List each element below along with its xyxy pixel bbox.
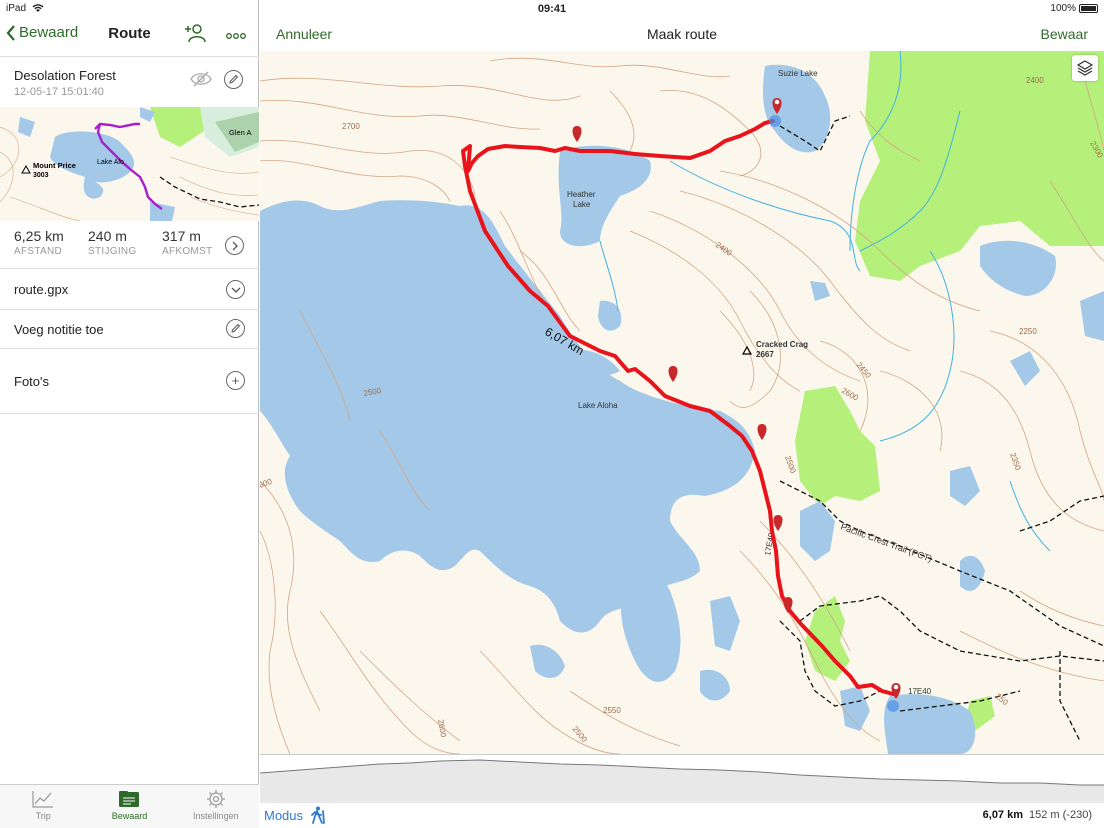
tab-bar: Trip Bewaard Instellingen (0, 784, 259, 828)
pencil-icon (224, 70, 243, 89)
trip-panel: Bewaard Route Desolation Forest 12-05-17… (0, 0, 259, 828)
stat-ascent: 240 m STIJGING (88, 228, 137, 257)
stats-detail-button[interactable] (225, 236, 244, 255)
tab-trip[interactable]: Trip (0, 785, 86, 828)
chevron-down-icon (226, 280, 245, 299)
folder-icon (119, 791, 140, 807)
stat-descent-value: 317 m (162, 228, 201, 244)
save-button[interactable]: Bewaar (1041, 26, 1088, 42)
tab-instellingen-label: Instellingen (193, 811, 239, 821)
visibility-toggle[interactable] (190, 70, 212, 93)
cracked-crag-label: Cracked Crag (756, 340, 808, 349)
suzie-lake-label: Suzie Lake (778, 69, 818, 78)
stat-descent-label: AFKOMST (162, 246, 213, 257)
tab-bewaard-label: Bewaard (111, 811, 148, 821)
stat-distance-label: AFSTAND (14, 246, 63, 257)
contour-label: 2250 (1019, 327, 1037, 336)
battery-icon (1079, 3, 1098, 13)
heather-lake-label-1: Heather (567, 190, 596, 199)
left-navbar: Bewaard Route (0, 17, 259, 51)
thumb-peak-label: Mount Price (33, 161, 76, 170)
pencil-icon (226, 319, 245, 338)
trip-stats[interactable]: 6,25 km AFSTAND 240 m STIJGING 317 m AFK… (0, 221, 259, 269)
lake-aloha-label: Lake Aloha (578, 401, 618, 410)
route-bottom-bar: Modus 6,07 km 152 m (-230) (260, 800, 1104, 828)
stat-ascent-value: 240 m (88, 228, 127, 244)
gpx-filename: route.gpx (14, 282, 69, 297)
right-navbar: Annuleer Maak route Bewaar (260, 17, 1104, 51)
page-title: Route (108, 25, 151, 42)
tab-trip-label: Trip (35, 811, 51, 821)
thumb-lake-label: Lake Alo (97, 159, 124, 166)
layers-icon (1076, 60, 1094, 76)
trip-name: Desolation Forest (14, 68, 116, 83)
heather-lake-label-2: Lake (573, 200, 591, 209)
add-person-button[interactable] (184, 23, 206, 48)
contour-label: 2550 (603, 706, 621, 715)
trip-header: Desolation Forest 12-05-17 15:01:40 (0, 56, 259, 106)
device-label: iPad (6, 3, 44, 14)
more-icon (226, 33, 246, 39)
note-row[interactable]: Voeg notitie toe (0, 310, 259, 349)
elevation-profile[interactable] (259, 754, 1104, 803)
photos-row[interactable]: Foto's + (0, 349, 259, 414)
road-code-label-2: 17E40 (908, 687, 932, 696)
gear-icon (206, 790, 225, 808)
cracked-crag-alt: 2667 (756, 350, 774, 359)
thumb-place-label: Glen A (229, 128, 252, 137)
stat-distance: 6,25 km AFSTAND (14, 228, 64, 257)
gpx-row[interactable]: route.gpx (0, 270, 259, 310)
photos-label: Foto's (14, 374, 49, 389)
route-end-point[interactable] (887, 700, 899, 712)
mode-label: Modus (264, 807, 304, 823)
stat-distance-value: 6,25 km (14, 228, 64, 244)
status-time: 09:41 (537, 2, 567, 15)
add-note-label: Voeg notitie toe (14, 322, 104, 337)
battery-status: 100% (1050, 3, 1098, 14)
route-editor-title: Maak route (646, 26, 718, 42)
contour-label: 2400 (1026, 76, 1044, 85)
plus-icon: + (226, 371, 245, 390)
route-distance-total: 6,07 km (982, 809, 1024, 821)
topo-map[interactable]: Suzie Lake Heather Lake Lake Aloha Crack… (260, 51, 1104, 754)
more-button[interactable] (226, 27, 246, 45)
edit-name-button[interactable] (224, 70, 243, 89)
contour-label: 2700 (342, 122, 360, 131)
mode-button[interactable]: Modus (264, 806, 327, 824)
hiker-icon (311, 806, 325, 824)
tab-instellingen[interactable]: Instellingen (173, 785, 259, 828)
stat-descent: 317 m AFKOMST (162, 228, 212, 257)
map-layers-button[interactable] (1072, 55, 1098, 81)
route-thumbnail-map[interactable]: Mount Price 3003 Lake Alo Glen A (0, 107, 259, 221)
chart-icon (32, 791, 54, 808)
trip-date: 12-05-17 15:01:40 (14, 86, 104, 98)
route-summary: 6,07 km 152 m (-230) (983, 809, 1092, 821)
route-elevation: 152 m (-230) (1029, 809, 1092, 821)
thumb-peak-alt: 3003 (33, 172, 49, 179)
stat-ascent-label: STIJGING (88, 246, 137, 257)
eye-hidden-icon (190, 71, 212, 87)
tab-bewaard[interactable]: Bewaard (86, 785, 172, 828)
chevron-right-icon (225, 236, 244, 255)
route-start-point[interactable] (769, 115, 781, 127)
status-bar: iPad 09:41 100% (0, 0, 1104, 17)
wifi-icon (32, 4, 44, 12)
add-person-icon (185, 24, 206, 43)
